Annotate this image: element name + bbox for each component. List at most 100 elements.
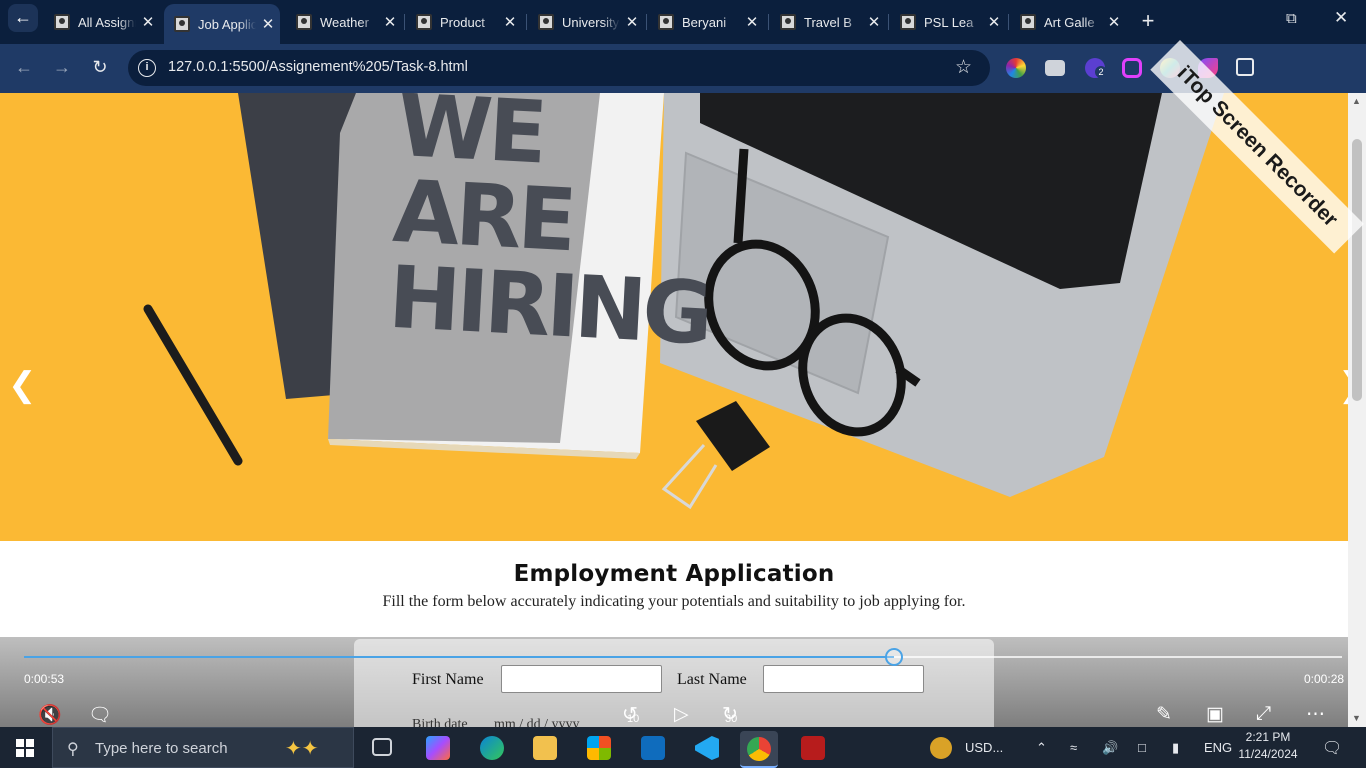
extensions-puzzle-icon[interactable] [1236, 58, 1254, 76]
last-name-field[interactable] [763, 665, 924, 693]
tab-separator [768, 14, 769, 30]
currency-widget-text[interactable]: USD... [965, 740, 1003, 755]
show-hidden-icons-chevron-icon[interactable]: ⌃ [1036, 740, 1047, 756]
first-name-field[interactable] [501, 665, 662, 693]
back-arrow-icon[interactable]: ← [12, 56, 36, 80]
screen-recorder-icon[interactable] [801, 736, 825, 760]
chrome-icon [747, 737, 771, 761]
close-tab-icon[interactable]: ✕ [862, 13, 886, 31]
wifi-icon[interactable]: ≈ [1070, 740, 1077, 755]
close-tab-icon[interactable]: ✕ [256, 15, 280, 33]
exit-fullscreen-icon[interactable]: ⤢ [1256, 703, 1271, 725]
battery-icon[interactable]: ▮ [1172, 740, 1179, 756]
reload-icon[interactable]: ↻ [88, 56, 112, 80]
taskbar-clock[interactable]: 2:21 PM 11/24/2024 [1236, 729, 1300, 763]
restore-window-icon[interactable]: ⧉ [1286, 10, 1297, 27]
copilot-icon[interactable] [426, 736, 450, 760]
more-options-icon[interactable]: ⋯ [1306, 703, 1325, 726]
address-bar[interactable]: i 127.0.0.1:5500/Assignement%205/Task-8.… [128, 50, 990, 86]
remaining-time: 0:00:28 [1304, 672, 1345, 686]
tab-travel[interactable]: Travel B ✕ [770, 8, 886, 36]
currency-widget-icon[interactable] [930, 737, 952, 759]
url-text[interactable]: 127.0.0.1:5500/Assignement%205/Task-8.ht… [168, 59, 468, 75]
tab-psl[interactable]: PSL Lea ✕ [890, 8, 1006, 36]
clock-date: 11/24/2024 [1238, 747, 1298, 761]
close-tab-icon[interactable]: ✕ [136, 13, 160, 31]
carousel-prev-icon[interactable]: ❮ [8, 365, 37, 405]
scrollbar-thumb[interactable] [1352, 139, 1362, 401]
new-tab-plus-icon[interactable]: + [1136, 8, 1160, 34]
tab-title: Art Galle [1044, 14, 1095, 30]
video-player-controls: First Name Last Name Birth date mm / dd … [0, 637, 1348, 732]
color-picker-extension-icon[interactable] [1006, 58, 1026, 78]
close-window-icon[interactable]: ✕ [1334, 8, 1348, 28]
close-tab-icon[interactable]: ✕ [740, 13, 764, 31]
vscode-icon[interactable] [695, 736, 719, 760]
camera-extension-icon[interactable] [1045, 60, 1065, 76]
scroll-up-icon[interactable]: ▲ [1352, 96, 1361, 106]
page-subtitle: Fill the form below accurately indicatin… [382, 593, 966, 610]
favicon-icon [54, 14, 70, 30]
task-view-icon[interactable] [372, 738, 392, 756]
tab-art-gallery[interactable]: Art Galle ✕ [1010, 8, 1126, 36]
captions-icon[interactable]: 🗨 [88, 703, 112, 727]
outlook-icon[interactable] [641, 736, 665, 760]
input-language[interactable]: ENG [1204, 740, 1232, 755]
close-tab-icon[interactable]: ✕ [1102, 13, 1126, 31]
search-icon: ⚲ [67, 741, 79, 758]
seek-bar[interactable] [24, 648, 1342, 666]
edge-browser-icon[interactable] [480, 736, 504, 760]
tab-all-assignments[interactable]: All Assignments ✕ [44, 8, 160, 36]
taskbar-search-box[interactable]: ⚲ Type here to search ✦✦ [52, 727, 354, 768]
web-page: WE ARE HIRING ❮ ❯ Employment Application… [0, 93, 1348, 727]
carousel-next-icon[interactable]: ❯ [1338, 365, 1348, 405]
tab-university[interactable]: University ✕ [528, 8, 644, 36]
chrome-taskbar-button[interactable] [740, 731, 778, 768]
site-info-icon[interactable]: i [138, 59, 156, 77]
clock-time: 2:21 PM [1245, 730, 1291, 744]
forward-arrow-icon[interactable]: → [50, 56, 74, 80]
volume-icon[interactable]: 🔊 [1102, 740, 1118, 756]
page-scrollbar[interactable]: ▲ ▼ [1348, 93, 1366, 727]
close-tab-icon[interactable]: ✕ [982, 13, 1006, 31]
meet-now-icon[interactable]: □ [1138, 740, 1146, 755]
favicon-icon [416, 14, 432, 30]
elapsed-time: 0:00:53 [24, 672, 65, 686]
rewind-icon[interactable]: ↺ 10 [622, 703, 639, 726]
bookmark-star-icon[interactable]: ☆ [955, 56, 972, 79]
intro-section: Employment Application Fill the form bel… [0, 541, 1348, 611]
seek-bar-knob[interactable] [884, 648, 903, 666]
tab-separator [526, 14, 527, 30]
scroll-down-icon[interactable]: ▼ [1352, 713, 1361, 723]
favicon-icon [780, 14, 796, 30]
close-tab-icon[interactable]: ✕ [378, 13, 402, 31]
tab-job-application[interactable]: Job Application ✕ [164, 4, 280, 44]
windows-start-icon[interactable] [16, 739, 34, 757]
polypane-extension-icon[interactable] [1122, 58, 1142, 78]
mini-player-icon[interactable]: ▣ [1206, 703, 1224, 726]
edit-pencil-icon[interactable]: ✎ [1156, 703, 1172, 726]
seek-bar-progress [24, 656, 894, 658]
notification-center-icon[interactable]: 🗨 [1322, 738, 1342, 758]
play-icon[interactable]: ▷ [674, 703, 689, 726]
microsoft-store-icon[interactable] [587, 736, 611, 760]
tab-separator [404, 14, 405, 30]
close-tab-icon[interactable]: ✕ [620, 13, 644, 31]
hiring-hero-image[interactable]: WE ARE HIRING ❮ ❯ [0, 93, 1348, 541]
extension-with-badge-icon[interactable]: 2 [1085, 58, 1107, 78]
windows-taskbar: ⚲ Type here to search ✦✦ USD... ⌃ ≈ 🔊 □ … [0, 727, 1366, 768]
tab-title: Job Application [198, 16, 256, 32]
mute-icon[interactable]: 🔇 [38, 703, 62, 727]
first-name-label: First Name [412, 671, 484, 688]
search-highlight-sparkle-icon: ✦✦ [285, 738, 319, 760]
favicon-icon [900, 14, 916, 30]
tab-search-back-icon[interactable]: ← [8, 4, 38, 32]
tab-product[interactable]: Product ✕ [406, 8, 522, 36]
last-name-label: Last Name [677, 671, 747, 688]
tab-beryani[interactable]: Beryani ✕ [648, 8, 764, 36]
tab-weather[interactable]: Weather ✕ [286, 8, 402, 36]
extension-badge: 2 [1095, 66, 1107, 78]
fast-forward-icon[interactable]: ↻ 30 [722, 703, 738, 726]
close-tab-icon[interactable]: ✕ [498, 13, 522, 31]
file-explorer-icon[interactable] [533, 736, 557, 760]
